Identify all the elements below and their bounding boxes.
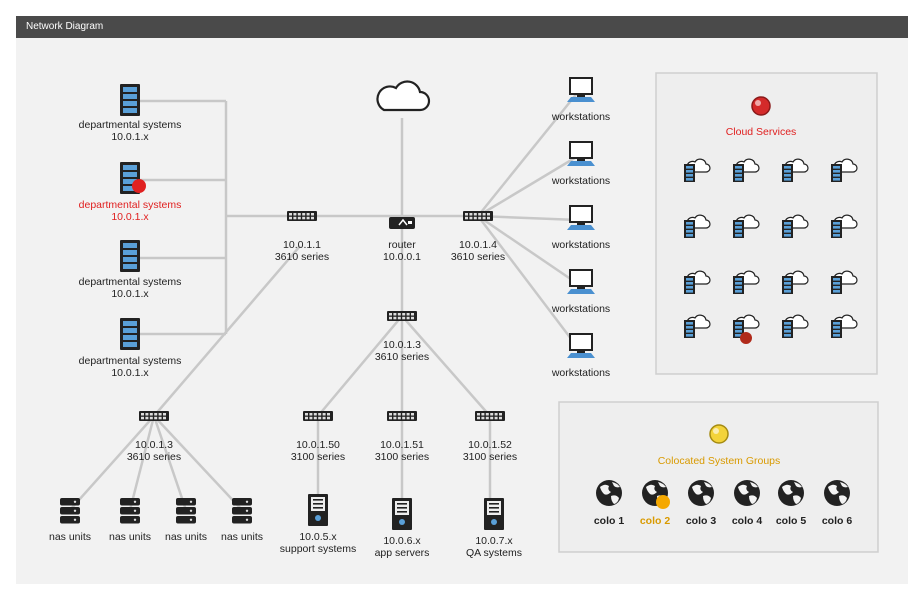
dept-3-name: departmental systems (79, 276, 182, 288)
server-qa-ip: 10.0.7.x (475, 535, 513, 547)
dept-4-name: departmental systems (79, 355, 182, 367)
dept-4-ip: 10.0.1.x (111, 367, 149, 379)
colo-globe-5[interactable] (778, 480, 804, 506)
sw-bl-ip: 10.0.1.3 (135, 439, 173, 451)
sw-right-ip: 10.0.1.4 (459, 239, 497, 251)
sw-bl-model: 3610 series (127, 451, 181, 463)
departmental-server-1[interactable] (120, 84, 140, 116)
network-diagram: departmental systems 10.0.1.x department… (49, 72, 879, 559)
colo-globe-4[interactable] (734, 480, 760, 506)
server-qa-systems[interactable] (484, 498, 504, 530)
sw-mid-ip: 10.0.1.3 (383, 339, 421, 351)
nas-3-label: nas units (165, 531, 207, 543)
cloud-services-title: Cloud Services (726, 126, 797, 138)
nas-4-label: nas units (221, 531, 263, 543)
sw-50-model: 3100 series (291, 451, 345, 463)
nas-1-label: nas units (49, 531, 91, 543)
workstation-1[interactable] (567, 77, 595, 102)
sw-right-model: 3610 series (451, 251, 505, 263)
switch-10-0-1-52[interactable] (475, 411, 505, 421)
nas-2-label: nas units (109, 531, 151, 543)
colo-status-icon (709, 424, 729, 444)
server-support-systems[interactable] (308, 494, 328, 526)
nas-unit-2[interactable] (120, 498, 140, 524)
switch-10-0-1-51[interactable] (387, 411, 417, 421)
switch-10-0-1-50[interactable] (303, 411, 333, 421)
workstation-5[interactable] (567, 333, 595, 358)
dept-1-ip: 10.0.1.x (111, 131, 149, 143)
cloud-services-status-icon (751, 96, 771, 116)
cloud-icon (376, 80, 431, 112)
departmental-server-4[interactable] (120, 318, 140, 350)
server-app-servers[interactable] (392, 498, 412, 530)
colo-globe-3[interactable] (688, 480, 714, 506)
workstations-5-label: workstations (551, 367, 610, 379)
sw-52-ip: 10.0.1.52 (468, 439, 512, 451)
sw-52-model: 3100 series (463, 451, 517, 463)
dept-1-name: departmental systems (79, 119, 182, 131)
dept-3-ip: 10.0.1.x (111, 288, 149, 300)
colo-label-3: colo 3 (686, 515, 717, 527)
sw-50-ip: 10.0.1.50 (296, 439, 340, 451)
sw-mid-model: 3610 series (375, 351, 429, 363)
sw-51-ip: 10.0.1.51 (380, 439, 424, 451)
sw-left-model: 3610 series (275, 251, 329, 263)
colo-globe-1[interactable] (596, 480, 622, 506)
server-qa-name: QA systems (466, 547, 522, 559)
nas-unit-3[interactable] (176, 498, 196, 524)
workstation-4[interactable] (567, 269, 595, 294)
colo-label-6: colo 6 (822, 515, 853, 527)
server-support-name: support systems (280, 543, 356, 555)
sw-51-model: 3100 series (375, 451, 429, 463)
workstations-2-label: workstations (551, 175, 610, 187)
router-name: router (388, 239, 416, 251)
colo-globe-6[interactable] (824, 480, 850, 506)
colo-label-2: colo 2 (640, 515, 671, 527)
colo-title: Colocated System Groups (658, 455, 781, 467)
workstation-2[interactable] (567, 141, 595, 166)
dept-2-name: departmental systems (79, 199, 182, 211)
switch-10-0-1-4[interactable] (463, 211, 493, 221)
router-ip: 10.0.0.1 (383, 251, 421, 263)
colo-label-5: colo 5 (776, 515, 807, 527)
departmental-server-3[interactable] (120, 240, 140, 272)
alert-badge (132, 179, 146, 193)
switch-10-0-1-3-left[interactable] (139, 411, 169, 421)
colo-label-4: colo 4 (732, 515, 763, 527)
workstation-3[interactable] (567, 205, 595, 230)
sw-left-ip: 10.0.1.1 (283, 239, 321, 251)
switch-10-0-1-3-mid[interactable] (387, 311, 417, 321)
server-app-ip: 10.0.6.x (383, 535, 421, 547)
workstations-1-label: workstations (551, 111, 610, 123)
router-icon[interactable] (389, 217, 415, 229)
nas-unit-4[interactable] (232, 498, 252, 524)
server-app-name: app servers (375, 547, 430, 559)
workstations-3-label: workstations (551, 239, 610, 251)
switch-10-0-1-1[interactable] (287, 211, 317, 221)
colo-label-1: colo 1 (594, 515, 625, 527)
server-support-ip: 10.0.5.x (299, 531, 337, 543)
nas-unit-1[interactable] (60, 498, 80, 524)
dept-2-ip: 10.0.1.x (111, 211, 149, 223)
workstations-4-label: workstations (551, 303, 610, 315)
